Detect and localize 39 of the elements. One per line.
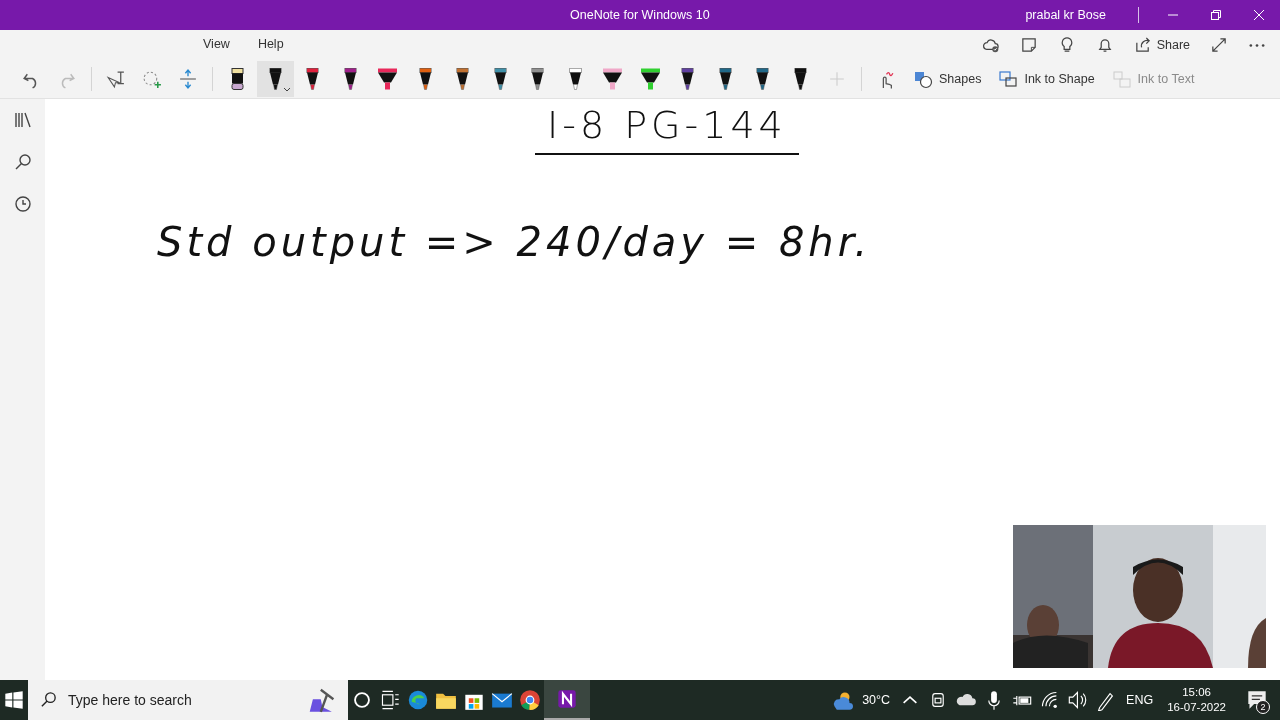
- cortana-icon[interactable]: [351, 689, 373, 711]
- add-space-icon[interactable]: [178, 69, 198, 89]
- clock-date[interactable]: 16-07-2022: [1167, 700, 1226, 715]
- lasso-select-icon[interactable]: [106, 69, 126, 89]
- ink-to-shape-icon: [999, 69, 1019, 89]
- share-icon: [1133, 36, 1152, 54]
- clock-time[interactable]: 15:06: [1182, 685, 1211, 700]
- window-title: OneNote for Windows 10: [570, 8, 711, 22]
- clock-icon[interactable]: [13, 195, 32, 213]
- weather-temperature[interactable]: 30°C: [856, 693, 897, 707]
- windows-start-icon[interactable]: [3, 689, 25, 711]
- ink-to-text-icon: [1112, 69, 1132, 89]
- lasso-add-icon[interactable]: [142, 69, 162, 89]
- toolbar-button: Ink to Text: [1104, 65, 1203, 93]
- onenote-app-icon[interactable]: [556, 688, 578, 710]
- pen-icon[interactable]: [256, 61, 294, 97]
- task-view-icon[interactable]: [379, 689, 401, 711]
- share-button[interactable]: Share: [1125, 32, 1198, 58]
- toolbar-button[interactable]: Ink to Shape: [991, 65, 1103, 93]
- expand-icon[interactable]: [1210, 36, 1228, 54]
- language-indicator[interactable]: ENG: [1120, 693, 1160, 707]
- user-name[interactable]: prabal kr Bose: [1025, 8, 1106, 22]
- chrome-icon[interactable]: [519, 689, 541, 711]
- sticky-note-icon[interactable]: [1019, 36, 1038, 54]
- search-icon: [40, 691, 58, 709]
- ribbon-tab[interactable]: View: [192, 31, 241, 59]
- handwritten-text: Std output => 240/day = 8hr.: [157, 219, 872, 265]
- notification-count: 2: [1256, 700, 1270, 714]
- close-icon: [1252, 9, 1265, 21]
- shapes-icon: [914, 69, 933, 89]
- handwritten-text: I-8 PG-144: [535, 103, 799, 155]
- search-icon[interactable]: [13, 153, 32, 171]
- toolbar-button[interactable]: Shapes: [906, 65, 990, 93]
- notebooks-icon[interactable]: [13, 111, 32, 129]
- ribbon-tab[interactable]: Help: [246, 31, 295, 59]
- cloud-check-icon[interactable]: [981, 36, 1000, 54]
- browser-icon[interactable]: [407, 689, 429, 711]
- restore-icon: [1209, 9, 1222, 21]
- search-field[interactable]: Type here to search: [28, 680, 348, 720]
